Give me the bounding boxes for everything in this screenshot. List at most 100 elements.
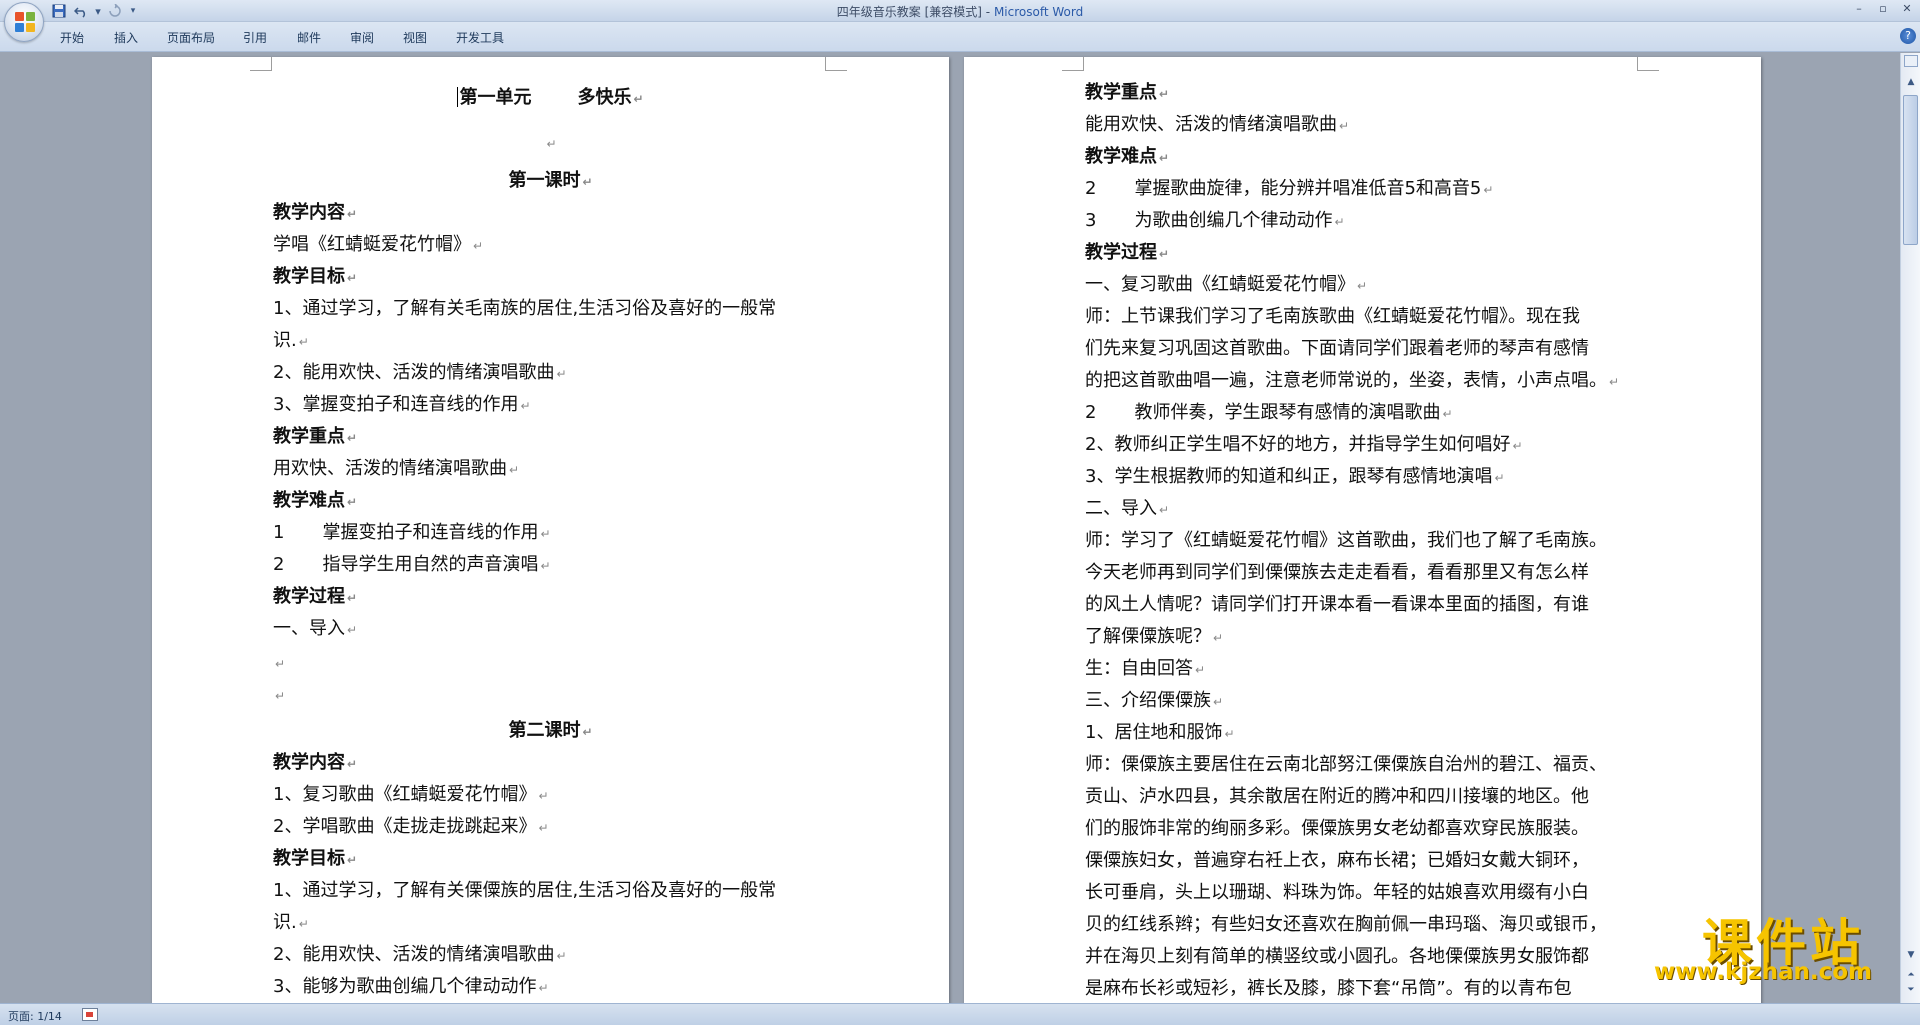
paragraph: 2、学唱歌曲《走拢走拢跳起来》 ↵ xyxy=(273,816,549,837)
heading-content: 教学内容 ↵ xyxy=(273,752,358,773)
paragraph: 们的服饰非常的绚丽多彩。傈僳族男女老幼都喜欢穿民族服装。 xyxy=(1085,818,1589,840)
scroll-thumb[interactable] xyxy=(1903,95,1918,245)
paragraph: 识. ↵ xyxy=(273,330,309,351)
empty-paragraph: ↵ xyxy=(275,689,286,703)
tab-developer[interactable]: 开发工具 xyxy=(456,29,504,46)
paragraph: 1、通过学习，了解有关毛南族的居住,生活习俗及喜好的一般常 xyxy=(273,298,776,320)
close-icon[interactable]: ✕ xyxy=(1900,2,1914,16)
paragraph-text: 能用欢快、活泼的情绪演唱歌曲 xyxy=(1085,114,1337,135)
item-number: 2 xyxy=(1085,402,1097,423)
heading-key-points: 教学重点 ↵ xyxy=(273,426,358,447)
paragraph-text: 是麻布长衫或短衫，裤长及膝，膝下套“吊筒”。有的以青布包 xyxy=(1085,978,1572,999)
paragraph-text: 的把这首歌曲唱一遍，注意老师常说的，坐姿，表情，小声点唱。 xyxy=(1085,370,1607,391)
item-number: 2 xyxy=(273,554,285,575)
watermark-url: www.kjzhan.com xyxy=(1654,959,1872,985)
heading-text: 教学目标 xyxy=(273,848,345,869)
paragraph: 3、掌握变拍子和连音线的作用 ↵ xyxy=(273,394,531,415)
page-right[interactable]: 教学重点 ↵ 能用欢快、活泼的情绪演唱歌曲 ↵ 教学难点 ↵ 2 掌握歌曲旋律，能分辨并… xyxy=(964,57,1761,1003)
view-ruler-button[interactable] xyxy=(1904,55,1918,67)
paragraph-text: 长可垂肩，头上以珊瑚、料珠为饰。年轻的姑娘喜欢用缀有小白 xyxy=(1085,882,1589,903)
status-bar: 页面: 1/14 xyxy=(0,1003,1920,1025)
crop-mark xyxy=(825,57,847,71)
paragraph-text: 1、通过学习，了解有关毛南族的居住,生活习俗及喜好的一般常 xyxy=(273,298,777,319)
paragraph: 学唱《红蜻蜓爱花竹帽》 ↵ xyxy=(273,234,484,255)
paragraph: 1、复习歌曲《红蜻蜓爱花竹帽》 ↵ xyxy=(273,784,549,805)
paragraph-text: 识. xyxy=(273,330,297,351)
paragraph: 1、通过学习，了解有关傈僳族的居住,生活习俗及喜好的一般常 xyxy=(273,880,776,902)
paragraph-text: 贝的红线系辫；有些妇女还喜欢在胸前佩一串玛瑙、海贝或银币， xyxy=(1085,914,1607,935)
item-text: 为歌曲创编几个律动动作 xyxy=(1134,210,1333,231)
numbered-item: 2 指导学生用自然的声音演唱 ↵ xyxy=(273,554,551,575)
crop-mark xyxy=(250,57,272,71)
paragraph-text: 们先来复习巩固这首歌曲。下面请同学们跟着老师的琴声有感情 xyxy=(1085,338,1589,359)
paragraph: 3、能够为歌曲创编几个律动动作 ↵ xyxy=(273,976,549,997)
numbered-item: 2 掌握歌曲旋律，能分辨并唱准低音5和高音5 ↵ xyxy=(1085,178,1494,199)
paragraph-text: 生：自由回答 xyxy=(1085,658,1193,679)
paragraph-text: 的风土人情呢？请同学们打开课本看一看课本里面的插图，有谁 xyxy=(1085,594,1589,615)
numbered-item: 1 掌握变拍子和连音线的作用 ↵ xyxy=(273,522,551,543)
paragraph-text: 学唱《红蜻蜓爱花竹帽》 xyxy=(273,234,471,255)
minimize-icon[interactable]: – xyxy=(1852,2,1866,16)
numbered-item: 2 教师伴奏，学生跟琴有感情的演唱歌曲 ↵ xyxy=(1085,402,1453,423)
paragraph: 1、居住地和服饰 ↵ xyxy=(1085,722,1235,743)
tab-page-layout[interactable]: 页面布局 xyxy=(167,29,215,46)
paragraph: 们先来复习巩固这首歌曲。下面请同学们跟着老师的琴声有感情 xyxy=(1085,338,1589,360)
paragraph-text: 傈僳族妇女，普遍穿右衽上衣，麻布长裙；已婚妇女戴大铜环， xyxy=(1085,850,1589,871)
tab-references[interactable]: 引用 xyxy=(243,29,267,46)
paragraph-text: 贡山、泸水四县，其余散居在附近的腾冲和四川接壤的地区。他 xyxy=(1085,786,1589,807)
app-name: Microsoft Word xyxy=(993,5,1084,19)
heading-goals: 教学目标 ↵ xyxy=(273,848,358,869)
paragraph-text: 识. xyxy=(273,912,297,933)
page-left[interactable]: 第一单元 多快乐 ↵ ↵ 第一课时 ↵ 教学内容 ↵ 学唱《红蜻蜓爱花竹帽》 ↵ 教学目标… xyxy=(152,57,949,1003)
lesson2-title-text: 第二课时 xyxy=(508,720,581,741)
lesson2-title: 第二课时 ↵ xyxy=(508,720,593,741)
paragraph: 并在海贝上刻有简单的横竖纹或小圆孔。各地傈僳族男女服饰都 xyxy=(1085,946,1589,968)
paragraph-text: 3、掌握变拍子和连音线的作用 xyxy=(273,394,519,415)
proofing-status-icon[interactable] xyxy=(82,1008,98,1021)
heading-text: 教学重点 xyxy=(273,426,345,447)
paragraph-text: 今天老师再到同学们到傈僳族去走走看看，看看那里又有怎么样 xyxy=(1085,562,1589,583)
paragraph-text: 3、能够为歌曲创编几个律动动作 xyxy=(273,976,537,997)
paragraph-text: 2、能用欢快、活泼的情绪演唱歌曲 xyxy=(273,944,555,965)
paragraph: 长可垂肩，头上以珊瑚、料珠为饰。年轻的姑娘喜欢用缀有小白 xyxy=(1085,882,1589,904)
paragraph-text: 用欢快、活泼的情绪演唱歌曲 xyxy=(273,458,507,479)
paragraph: 生：自由回答 ↵ xyxy=(1085,658,1206,679)
tab-insert[interactable]: 插入 xyxy=(114,29,138,46)
vertical-scrollbar[interactable]: ▲ ▼ ⏶ ⏷ xyxy=(1900,53,1920,1003)
previous-page-icon[interactable]: ⏶ xyxy=(1904,968,1918,982)
page-count[interactable]: 页面: 1/14 xyxy=(8,1008,62,1024)
item-text: 掌握变拍子和连音线的作用 xyxy=(322,522,539,543)
paragraph: 能用欢快、活泼的情绪演唱歌曲 ↵ xyxy=(1085,114,1350,135)
paragraph-text: 2、学唱歌曲《走拢走拢跳起来》 xyxy=(273,816,537,837)
tab-review[interactable]: 审阅 xyxy=(350,29,374,46)
empty-paragraph: ↵ xyxy=(275,657,286,671)
paragraph: 师：傈僳族主要居住在云南北部努江傈僳族自治州的碧江、福贡、 xyxy=(1085,754,1607,776)
paragraph-text: 一、复习歌曲《红蜻蜓爱花竹帽》 xyxy=(1085,274,1355,295)
paragraph: 的把这首歌曲唱一遍，注意老师常说的，坐姿，表情，小声点唱。 ↵ xyxy=(1085,370,1620,391)
paragraph: 2、能用欢快、活泼的情绪演唱歌曲 ↵ xyxy=(273,362,567,383)
lesson1-title-text: 第一课时 xyxy=(508,170,581,191)
heading-process: 教学过程 ↵ xyxy=(1085,242,1170,263)
paragraph-text: 了解傈僳族呢？ xyxy=(1085,626,1211,647)
paragraph: 三、介绍傈僳族 ↵ xyxy=(1085,690,1224,711)
heading-text: 教学目标 xyxy=(273,266,345,287)
heading-key-points: 教学重点 ↵ xyxy=(1085,82,1170,103)
paragraph-text: 师：学习了《红蜻蜓爱花竹帽》这首歌曲，我们也了解了毛南族。 xyxy=(1085,530,1607,551)
heading-text: 教学内容 xyxy=(273,202,345,223)
tab-mailings[interactable]: 邮件 xyxy=(297,29,321,46)
paragraph-text: 2、教师纠正学生唱不好的地方，并指导学生如何唱好 xyxy=(1085,434,1511,455)
paragraph-text: 师：上节课我们学习了毛南族歌曲《红蜻蜓爱花竹帽》。现在我 xyxy=(1085,306,1580,327)
scroll-down-icon[interactable]: ▼ xyxy=(1904,948,1918,962)
heading-difficulties: 教学难点 ↵ xyxy=(273,490,358,511)
next-page-icon[interactable]: ⏷ xyxy=(1904,983,1918,997)
paragraph: 识. ↵ xyxy=(273,912,309,933)
help-icon[interactable]: ? xyxy=(1900,28,1916,44)
restore-icon[interactable]: ▫ xyxy=(1876,2,1890,16)
paragraph-text: 2、能用欢快、活泼的情绪演唱歌曲 xyxy=(273,362,555,383)
office-button[interactable] xyxy=(4,2,44,42)
paragraph-text: 师：傈僳族主要居住在云南北部努江傈僳族自治州的碧江、福贡、 xyxy=(1085,754,1607,775)
paragraph-text: 二、导入 xyxy=(1085,498,1157,519)
tab-view[interactable]: 视图 xyxy=(403,29,427,46)
tab-home[interactable]: 开始 xyxy=(60,29,84,46)
scroll-up-icon[interactable]: ▲ xyxy=(1904,75,1918,89)
